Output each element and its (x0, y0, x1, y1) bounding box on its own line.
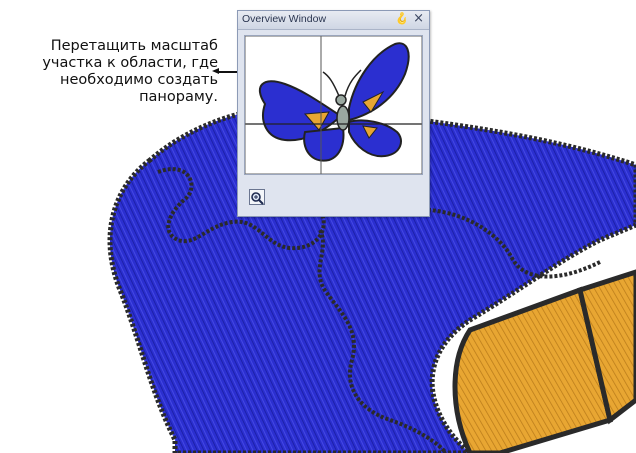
overview-titlebar[interactable]: Overview Window 🪝 × (238, 11, 429, 30)
butterfly-thumbnail (245, 36, 422, 174)
callout-text: Перетащить масштаб участка к области, гд… (42, 38, 218, 105)
overview-preview[interactable] (244, 35, 423, 175)
overview-title: Overview Window (242, 13, 327, 25)
overview-window: Overview Window 🪝 × (237, 10, 430, 217)
zoom-icon[interactable] (249, 189, 265, 205)
pin-icon[interactable]: 🪝 (395, 12, 409, 25)
close-icon[interactable]: × (413, 11, 424, 26)
